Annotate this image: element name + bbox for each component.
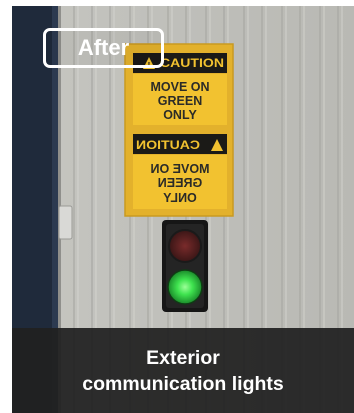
- caption-line-2: communication lights: [82, 372, 284, 395]
- caption-line-1: Exterior: [146, 346, 220, 369]
- wall-plate: [58, 205, 73, 240]
- caution-sign: ! CAUTION MOVE ON GREEN ONLY CAUTION MOV…: [124, 43, 234, 217]
- bottom-sign-line-2: GREEN: [158, 176, 202, 190]
- bottom-sign-line-1: MOVE ON: [150, 162, 209, 176]
- traffic-light: [162, 220, 208, 312]
- bottom-sign-line-3: ONLY: [163, 191, 197, 205]
- after-badge: After: [43, 28, 164, 68]
- bottom-caution-header: CAUTION: [136, 138, 200, 152]
- top-sign-line-2: GREEN: [158, 94, 202, 108]
- caption-bar: Exterior communication lights: [12, 328, 354, 413]
- top-sign-line-3: ONLY: [163, 108, 197, 122]
- top-caution-header: CAUTION: [160, 56, 224, 70]
- top-sign-line-1: MOVE ON: [150, 80, 209, 94]
- after-badge-label: After: [77, 35, 130, 60]
- photo-frame: ! CAUTION MOVE ON GREEN ONLY CAUTION MOV…: [12, 6, 354, 413]
